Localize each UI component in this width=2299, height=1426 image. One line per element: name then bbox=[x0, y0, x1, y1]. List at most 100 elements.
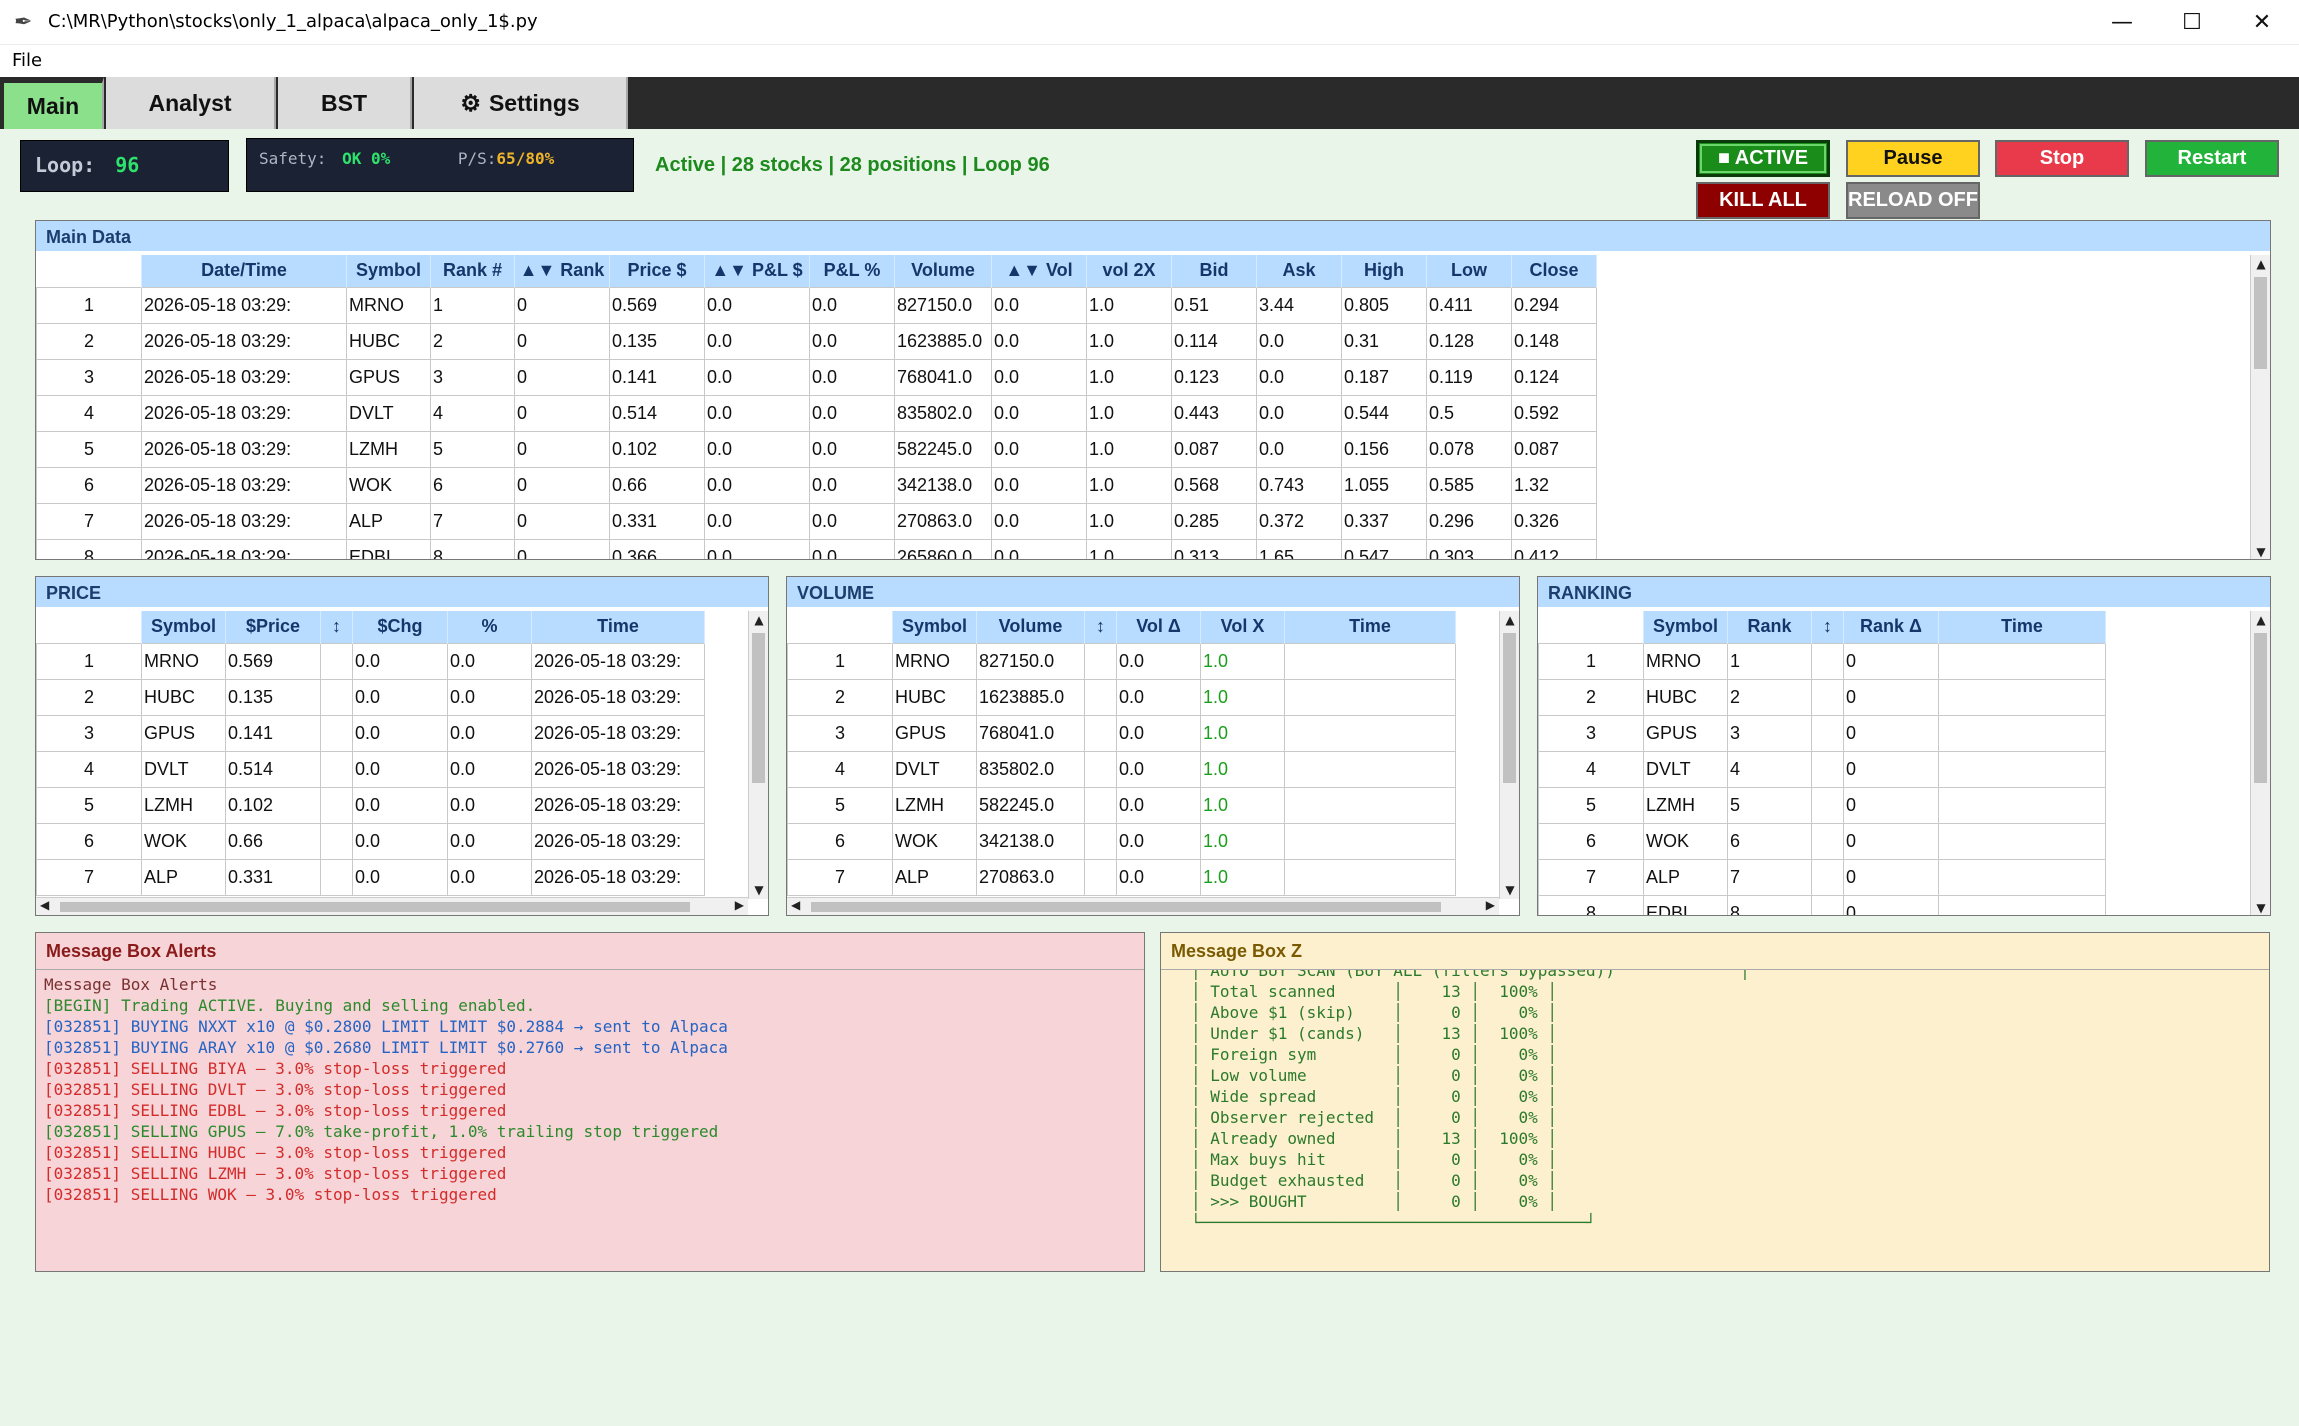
table-row[interactable]: 6 WOK 342138.0 0.0 1.0 bbox=[787, 822, 1456, 860]
table-row[interactable]: 3 GPUS 768041.0 0.0 1.0 bbox=[787, 714, 1456, 752]
column-header[interactable]: Symbol bbox=[892, 611, 977, 643]
table-row[interactable]: 5 LZMH 0.102 0.0 0.0 2026-05-18 03:29: bbox=[36, 786, 705, 824]
column-header[interactable]: ↕ bbox=[1084, 611, 1117, 643]
tab-bst[interactable]: BST bbox=[278, 77, 412, 129]
column-header[interactable]: Volume bbox=[976, 611, 1085, 643]
table-row[interactable]: 1 MRNO 1 0 bbox=[1538, 642, 2106, 680]
column-header[interactable]: ▲▼ Vol bbox=[991, 255, 1087, 287]
table-row[interactable]: 8 2026-05-18 03:29: EDBL 8 0 0.366 0.0 0.0 26586… bbox=[36, 538, 1597, 559]
table-row[interactable]: 1 2026-05-18 03:29: MRNO 1 0 0.569 0.0 0.0 82715… bbox=[36, 286, 1597, 324]
table-row[interactable]: 2 HUBC 0.135 0.0 0.0 2026-05-18 03:29: bbox=[36, 678, 705, 716]
table-row[interactable]: 2 2026-05-18 03:29: HUBC 2 0 0.135 0.0 0.0 16238… bbox=[36, 322, 1597, 360]
volume-vscrollbar[interactable]: ▲ ▼ bbox=[1499, 611, 1519, 899]
table-row[interactable]: 2 HUBC 2 0 bbox=[1538, 678, 2106, 716]
table-row[interactable]: 5 2026-05-18 03:29: LZMH 5 0 0.102 0.0 0.0 58224… bbox=[36, 430, 1597, 468]
table-row[interactable]: 4 2026-05-18 03:29: DVLT 4 0 0.514 0.0 0.0 83580… bbox=[36, 394, 1597, 432]
column-header[interactable]: P&L % bbox=[809, 255, 895, 287]
column-header[interactable]: Symbol bbox=[141, 611, 226, 643]
tab-settings[interactable]: ⚙ Settings bbox=[414, 77, 628, 129]
column-header[interactable]: Low bbox=[1426, 255, 1512, 287]
column-header[interactable]: Bid bbox=[1171, 255, 1257, 287]
scroll-right-icon[interactable]: ▶ bbox=[1486, 898, 1495, 912]
msgz-log[interactable]: │ AUTO BUY SCAN (BUY ALL (filters bypass… bbox=[1161, 969, 2269, 1271]
column-header[interactable]: Symbol bbox=[346, 255, 431, 287]
table-row[interactable]: 6 WOK 6 0 bbox=[1538, 822, 2106, 860]
column-header[interactable]: Time bbox=[531, 611, 705, 643]
active-toggle-button[interactable]: ■ ACTIVE bbox=[1696, 140, 1830, 177]
scroll-thumb[interactable] bbox=[752, 633, 765, 783]
price-hscrollbar[interactable]: ◀ ▶ bbox=[36, 897, 748, 915]
stop-button[interactable]: Stop bbox=[1995, 140, 2129, 177]
column-header[interactable]: ▲▼ P&L $ bbox=[704, 255, 810, 287]
scroll-thumb[interactable] bbox=[2254, 277, 2267, 369]
table-row[interactable]: 5 LZMH 582245.0 0.0 1.0 bbox=[787, 786, 1456, 824]
table-row[interactable]: 3 GPUS 3 0 bbox=[1538, 714, 2106, 752]
scroll-up-icon[interactable]: ▲ bbox=[2251, 613, 2270, 627]
table-row[interactable]: 1 MRNO 0.569 0.0 0.0 2026-05-18 03:29: bbox=[36, 642, 705, 680]
column-header[interactable]: Symbol bbox=[1643, 611, 1728, 643]
column-header[interactable]: ↕ bbox=[1811, 611, 1844, 643]
scroll-thumb[interactable] bbox=[60, 902, 690, 912]
scroll-up-icon[interactable]: ▲ bbox=[1500, 613, 1519, 627]
column-header[interactable]: $Price bbox=[225, 611, 321, 643]
table-row[interactable]: 7 ALP 7 0 bbox=[1538, 858, 2106, 896]
column-header[interactable] bbox=[36, 255, 142, 287]
column-header[interactable]: Rank # bbox=[430, 255, 515, 287]
column-header[interactable] bbox=[1538, 611, 1644, 643]
ranking-vscrollbar[interactable]: ▲ ▼ bbox=[2250, 611, 2270, 915]
pause-button[interactable]: Pause bbox=[1846, 140, 1980, 177]
column-header[interactable]: $Chg bbox=[352, 611, 448, 643]
column-header[interactable]: Price $ bbox=[609, 255, 705, 287]
scroll-down-icon[interactable]: ▼ bbox=[2251, 901, 2270, 915]
table-row[interactable]: 3 GPUS 0.141 0.0 0.0 2026-05-18 03:29: bbox=[36, 714, 705, 752]
table-row[interactable]: 2 HUBC 1623885.0 0.0 1.0 bbox=[787, 678, 1456, 716]
column-header[interactable]: ▲▼ Rank bbox=[514, 255, 610, 287]
column-header[interactable]: Rank bbox=[1727, 611, 1812, 643]
table-row[interactable]: 1 MRNO 827150.0 0.0 1.0 bbox=[787, 642, 1456, 680]
scroll-up-icon[interactable]: ▲ bbox=[749, 613, 768, 627]
column-header[interactable]: Volume bbox=[894, 255, 992, 287]
close-button[interactable]: ✕ bbox=[2227, 0, 2297, 45]
column-header[interactable] bbox=[787, 611, 893, 643]
column-header[interactable]: vol 2X bbox=[1086, 255, 1172, 287]
alerts-log[interactable]: Message Box Alerts [BEGIN] Trading ACTIVE… bbox=[36, 969, 1144, 1271]
table-row[interactable]: 5 LZMH 5 0 bbox=[1538, 786, 2106, 824]
column-header[interactable]: Rank Δ bbox=[1843, 611, 1939, 643]
scroll-down-icon[interactable]: ▼ bbox=[749, 883, 768, 897]
scroll-down-icon[interactable]: ▼ bbox=[2251, 545, 2270, 559]
column-header[interactable]: High bbox=[1341, 255, 1427, 287]
table-row[interactable]: 6 2026-05-18 03:29: WOK 6 0 0.66 0.0 0.0 342138.… bbox=[36, 466, 1597, 504]
column-header[interactable]: Vol Δ bbox=[1116, 611, 1201, 643]
table-row[interactable]: 4 DVLT 4 0 bbox=[1538, 750, 2106, 788]
scroll-right-icon[interactable]: ▶ bbox=[735, 898, 744, 912]
column-header[interactable]: % bbox=[447, 611, 532, 643]
scroll-left-icon[interactable]: ◀ bbox=[40, 898, 49, 912]
scroll-thumb[interactable] bbox=[1503, 633, 1516, 783]
reload-toggle-button[interactable]: RELOAD OFF bbox=[1846, 182, 1980, 219]
scroll-down-icon[interactable]: ▼ bbox=[1500, 883, 1519, 897]
tab-analyst[interactable]: Analyst bbox=[106, 77, 276, 129]
table-row[interactable]: 4 DVLT 835802.0 0.0 1.0 bbox=[787, 750, 1456, 788]
column-header[interactable]: Close bbox=[1511, 255, 1597, 287]
table-row[interactable]: 6 WOK 0.66 0.0 0.0 2026-05-18 03:29: bbox=[36, 822, 705, 860]
table-row[interactable]: 4 DVLT 0.514 0.0 0.0 2026-05-18 03:29: bbox=[36, 750, 705, 788]
tab-main[interactable]: Main bbox=[4, 77, 104, 129]
table-row[interactable]: 3 2026-05-18 03:29: GPUS 3 0 0.141 0.0 0.0 76804… bbox=[36, 358, 1597, 396]
scroll-left-icon[interactable]: ◀ bbox=[791, 898, 800, 912]
maximize-button[interactable]: ☐ bbox=[2157, 0, 2227, 45]
table-row[interactable]: 8 EDBL 8 0 bbox=[1538, 894, 2106, 915]
column-header[interactable]: ↕ bbox=[320, 611, 353, 643]
table-row[interactable]: 7 ALP 270863.0 0.0 1.0 bbox=[787, 858, 1456, 896]
scroll-thumb[interactable] bbox=[811, 902, 1441, 912]
column-header[interactable] bbox=[36, 611, 142, 643]
column-header[interactable]: Time bbox=[1284, 611, 1456, 643]
restart-button[interactable]: Restart bbox=[2145, 140, 2279, 177]
table-row[interactable]: 7 ALP 0.331 0.0 0.0 2026-05-18 03:29: bbox=[36, 858, 705, 896]
menu-file[interactable]: File bbox=[12, 50, 42, 71]
scroll-up-icon[interactable]: ▲ bbox=[2251, 257, 2270, 271]
price-vscrollbar[interactable]: ▲ ▼ bbox=[748, 611, 768, 899]
scroll-thumb[interactable] bbox=[2254, 633, 2267, 783]
column-header[interactable]: Ask bbox=[1256, 255, 1342, 287]
volume-hscrollbar[interactable]: ◀ ▶ bbox=[787, 897, 1499, 915]
column-header[interactable]: Date/Time bbox=[141, 255, 347, 287]
